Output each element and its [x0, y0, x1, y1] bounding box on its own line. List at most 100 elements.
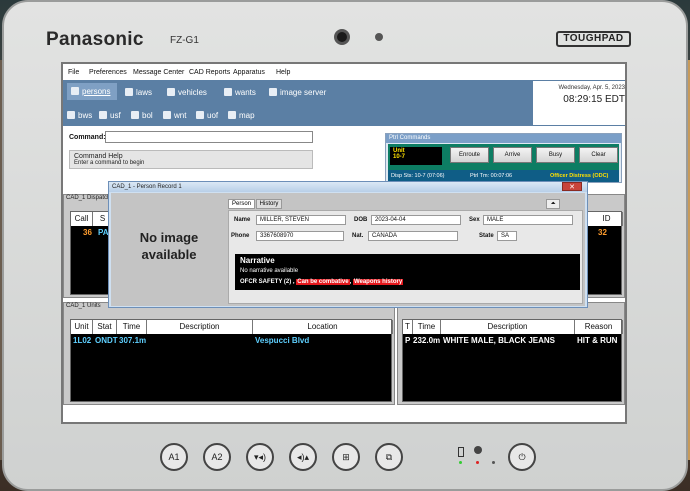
time-cell[interactable]: 307.1m [119, 335, 146, 347]
col-type[interactable]: T [403, 320, 413, 334]
nav-persons[interactable]: persons [67, 83, 117, 100]
camera-icon [67, 111, 75, 119]
safety-separator: , [349, 279, 352, 285]
col-description[interactable]: Description [147, 320, 253, 334]
tab-person[interactable]: Person [228, 199, 255, 209]
gavel-icon [125, 88, 133, 96]
unit-cell[interactable]: 1L02 [73, 335, 91, 347]
location-cell[interactable]: Vespucci Blvd [255, 335, 309, 347]
nav-vehicles[interactable]: vehicles [167, 88, 207, 97]
dob-field[interactable]: 2023-04-04 [371, 215, 461, 225]
a2-button[interactable]: A2 [203, 443, 231, 471]
rotate-icon[interactable]: ⧉ [375, 443, 403, 471]
time-label: 08:29:15 EDT [563, 94, 625, 105]
menu-message-center[interactable]: Message Center [133, 69, 184, 76]
nav-wants-label: wants [235, 88, 256, 97]
unit-status-box: Unit 10-7 [390, 147, 442, 165]
nav-image-server[interactable]: image server [269, 88, 326, 97]
brand-logo: Panasonic [46, 29, 144, 50]
units-panel: CAD_1 Units Unit Stat Time Description L… [63, 302, 395, 405]
arrive-button[interactable]: Arrive [493, 147, 532, 163]
command-label: Command: [69, 134, 106, 141]
command-input[interactable] [105, 131, 313, 143]
close-icon[interactable]: ✕ [562, 182, 582, 191]
power-icon[interactable]: ⏻ [508, 443, 536, 471]
col-unit[interactable]: Unit [71, 320, 93, 334]
sensor-icon [375, 33, 383, 41]
battery-led [459, 461, 462, 464]
command-help: Command Help Enter a command to begin [69, 150, 313, 169]
phone-label: Phone [231, 233, 250, 239]
volume-down-icon[interactable]: ▾◂) [246, 443, 274, 471]
nav-uof-label: uof [207, 111, 219, 120]
enroute-button[interactable]: Enroute [450, 147, 489, 163]
officer-safety-prefix: OFCR SAFETY (2) , [240, 279, 295, 285]
stat-cell[interactable]: ONDT [95, 335, 118, 347]
name-label: Name [234, 217, 251, 223]
bolo-reason-cell[interactable]: HIT & RUN [577, 335, 617, 347]
bolo-type-cell[interactable]: P [405, 335, 410, 347]
col-id[interactable]: ID [591, 212, 623, 226]
units-table: Unit Stat Time Description Location 1L02… [70, 319, 393, 402]
a1-button[interactable]: A1 [160, 443, 188, 471]
camera-icon [334, 29, 350, 45]
car-icon [167, 88, 175, 96]
person-fields: Name MILLER, STEVEN DOB 2023-04-04 Sex M… [228, 210, 583, 304]
nav-laws-label: laws [136, 88, 153, 97]
menu-help[interactable]: Help [276, 69, 290, 76]
phone-field[interactable]: 3367608970 [256, 231, 344, 241]
menu-cad-reports[interactable]: CAD Reports [189, 69, 230, 76]
collapse-icon[interactable]: ⏶ [546, 199, 560, 209]
nav-wnt-label: wnt [174, 111, 187, 120]
col-bolo-description[interactable]: Description [441, 320, 575, 334]
col-reason[interactable]: Reason [575, 320, 623, 334]
state-label: State [479, 233, 494, 239]
nav-map[interactable]: map [228, 111, 255, 120]
narrative-box: Narrative No narrative available OFCR SA… [235, 254, 580, 290]
model-label: FZ-G1 [170, 35, 199, 46]
nav-wants[interactable]: wants [224, 88, 256, 97]
nav-map-label: map [239, 111, 255, 120]
windows-icon[interactable]: ⊞ [332, 443, 360, 471]
bolo-time-cell[interactable]: 232.0m [413, 335, 440, 347]
name-field[interactable]: MILLER, STEVEN [256, 215, 346, 225]
nav-bws[interactable]: bws [67, 111, 92, 120]
nav-wnt[interactable]: wnt [163, 111, 186, 120]
col-location[interactable]: Location [253, 320, 393, 334]
document-icon [196, 111, 204, 119]
col-time[interactable]: Time [117, 320, 147, 334]
ptrl-commands-body: Unit 10-7 Enroute Arrive Busy Clear Disp… [388, 144, 619, 182]
units-table-header: Unit Stat Time Description Location [71, 320, 393, 334]
storage-icon [474, 446, 482, 454]
volume-up-icon[interactable]: ◂)▴ [289, 443, 317, 471]
sex-field[interactable]: MALE [483, 215, 573, 225]
state-field[interactable]: SA [497, 231, 517, 241]
bolo-description-cell[interactable]: WHITE MALE, BLACK JEANS [443, 335, 555, 347]
photo-placeholder: No image available [111, 193, 227, 306]
nav-laws[interactable]: laws [125, 88, 152, 97]
person-icon [71, 87, 79, 95]
dispatch-call-cell[interactable]: 36 [83, 227, 92, 239]
nav-usf[interactable]: usf [99, 111, 121, 120]
menu-preferences[interactable]: Preferences [89, 69, 127, 76]
nat-field[interactable]: CANADA [368, 231, 458, 241]
clear-button[interactable]: Clear [579, 147, 618, 163]
dispatch-status-cell[interactable]: PA [98, 227, 109, 239]
nav-uof[interactable]: uof [196, 111, 218, 120]
col-bolo-time[interactable]: Time [413, 320, 441, 334]
tab-history[interactable]: History [256, 199, 282, 209]
no-image-text: No image available [139, 230, 199, 262]
nav-bol[interactable]: bol [131, 111, 153, 120]
menu-file[interactable]: File [68, 69, 79, 76]
menu-apparatus[interactable]: Apparatus [233, 69, 265, 76]
col-call[interactable]: Call [71, 212, 93, 226]
disp-status: Disp Sts: 10-7 (07:06) [391, 173, 445, 179]
col-stat[interactable]: Stat [93, 320, 117, 334]
unit-code: 10-7 [393, 154, 406, 160]
wifi-led [492, 461, 495, 464]
dispatch-id-cell[interactable]: 32 [598, 227, 607, 239]
nav-bol-label: bol [142, 111, 153, 120]
screen: File Preferences Message Center CAD Repo… [61, 62, 627, 424]
busy-button[interactable]: Busy [536, 147, 575, 163]
nat-label: Nat. [352, 233, 364, 239]
